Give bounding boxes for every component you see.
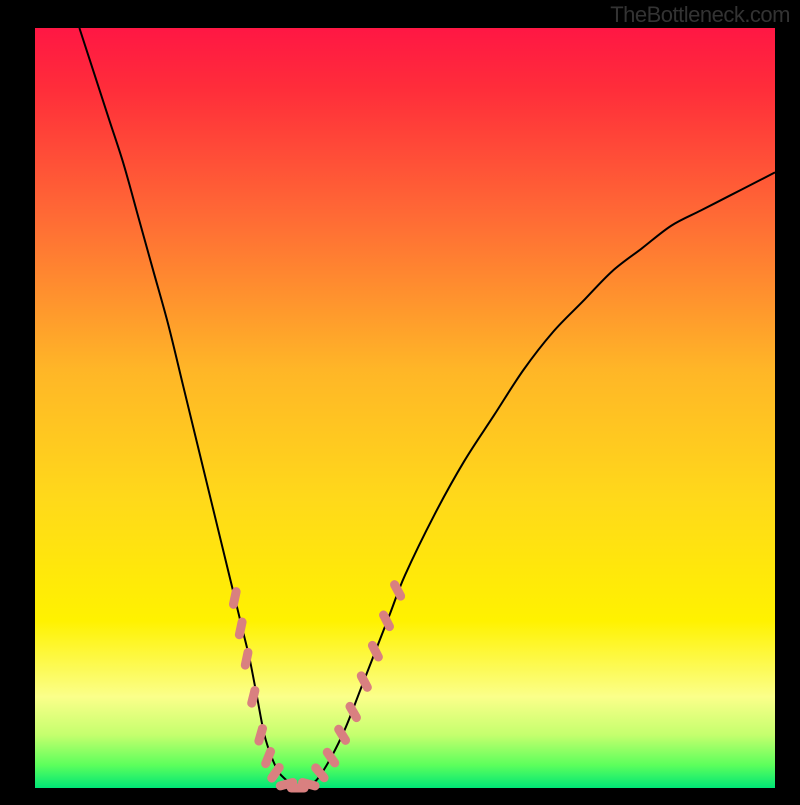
watermark-text: TheBottleneck.com (610, 2, 790, 28)
chart-gradient-area (35, 28, 775, 788)
chart-canvas (0, 0, 800, 800)
chart-svg (0, 0, 800, 800)
